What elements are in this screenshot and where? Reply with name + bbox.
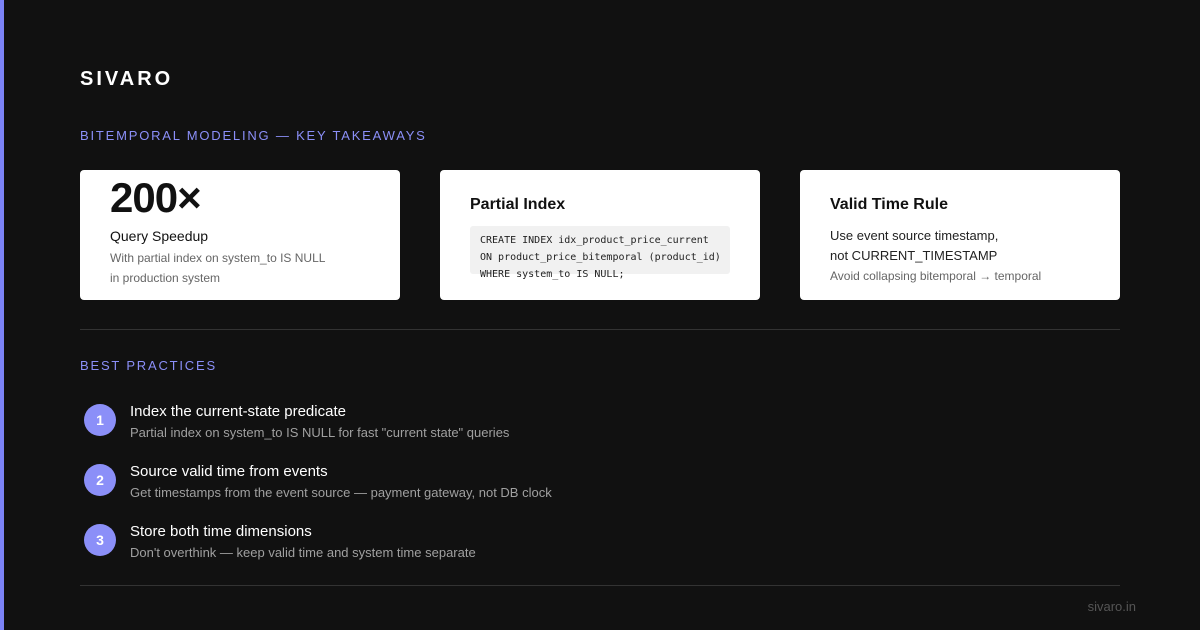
card-desc-line: in production system [110,271,221,285]
takeaways-section-label: BITEMPORAL MODELING — KEY TAKEAWAYS [80,128,427,143]
footer-divider [80,585,1120,586]
card-desc-line: With partial index on system_to IS NULL [110,251,326,265]
card-title: Partial Index [470,196,566,213]
practice-title: Store both time dimensions [130,523,312,540]
card-partial-index: Partial Index CREATE INDEX idx_product_p… [440,170,760,300]
practice-number-badge: 2 [84,464,116,496]
card-title: Query Speedup [110,228,209,244]
code-line: ON product_price_bitemporal (product_id) [480,252,721,263]
footer-url: sivaro.in [1087,599,1136,614]
practice-title: Index the current-state predicate [130,403,346,420]
brand-logo-text: SIVARO [80,68,174,90]
code-block [470,226,730,274]
practice-desc: Don't overthink — keep valid time and sy… [130,545,476,560]
code-line: WHERE system_to IS NULL; [480,269,625,280]
card-valid-time-rule: Valid Time Rule Use event source timesta… [800,170,1120,300]
practice-desc: Get timestamps from the event source — p… [130,485,552,500]
practice-desc: Partial index on system_to IS NULL for f… [130,425,510,440]
left-accent-bar [0,0,4,630]
speedup-stat: 200× [110,174,202,221]
card-body-line: Use event source timestamp, [830,228,999,243]
best-practices-section-label: BEST PRACTICES [80,358,217,373]
practice-title: Source valid time from events [130,463,328,480]
code-line: CREATE INDEX idx_product_price_current [480,235,709,246]
section-divider [80,329,1120,330]
card-body-line: not CURRENT_TIMESTAMP [830,248,998,263]
practice-number-badge: 3 [84,524,116,556]
card-query-speedup: 200× Query Speedup With partial index on… [80,170,400,300]
card-title: Valid Time Rule [830,196,948,213]
practice-number-badge: 1 [84,404,116,436]
card-note: Avoid collapsing bitemporal → temporal [830,269,1042,283]
